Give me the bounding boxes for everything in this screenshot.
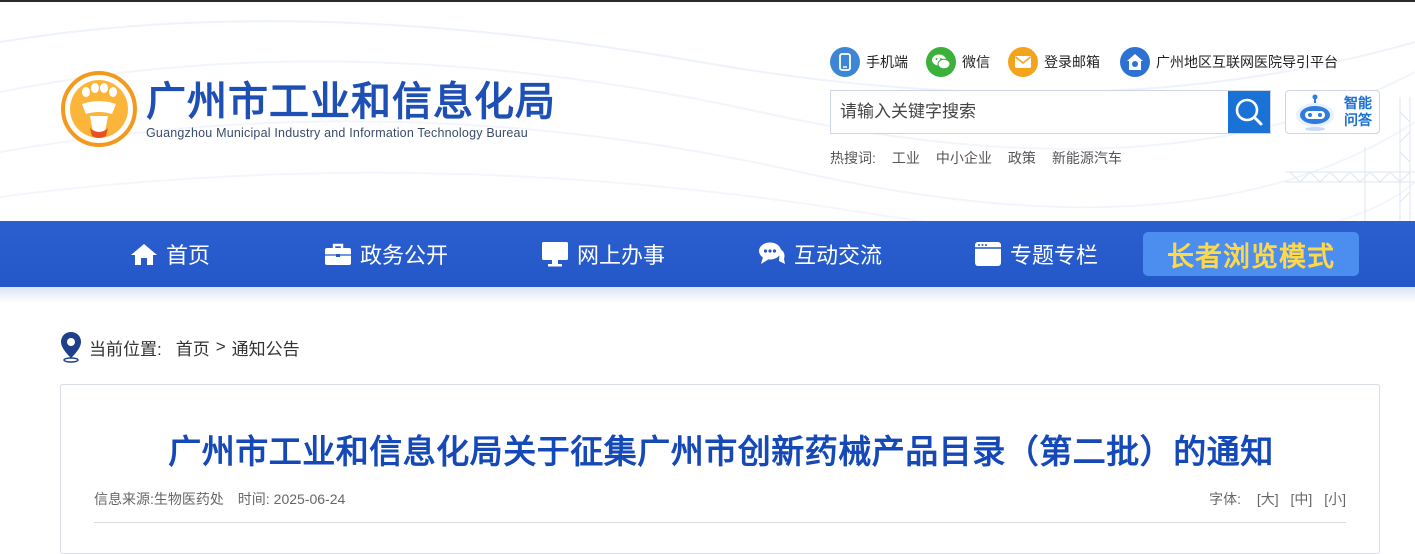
hospital-icon (1120, 47, 1150, 77)
site-name-en: Guangzhou Municipal Industry and Informa… (146, 126, 528, 140)
quick-link-hospital[interactable]: 广州地区互联网医院导引平台 (1120, 47, 1338, 77)
briefcase-icon (325, 243, 351, 265)
breadcrumb: 当前位置: 首页 > 通知公告 (60, 331, 300, 363)
font-large-button[interactable]: [大] (1257, 491, 1279, 507)
font-medium-button[interactable]: [中] (1291, 491, 1313, 507)
breadcrumb-separator: > (215, 337, 226, 356)
font-size-controls: 字体: [大] [中] [小] (1209, 489, 1346, 509)
article-title: 广州市工业和信息化局关于征集广州市创新药械产品目录（第二批）的通知 (168, 432, 1274, 471)
mail-icon (1008, 47, 1038, 77)
wechat-icon (926, 47, 956, 77)
bureau-logo (61, 71, 137, 147)
hot-search: 热搜词: 工业 中小企业 政策 新能源汽车 (830, 148, 1122, 168)
breadcrumb-current[interactable]: 通知公告 (232, 335, 300, 360)
chat-icon (759, 242, 785, 264)
nav-item-label: 网上办事 (577, 243, 666, 268)
nav-item-label: 首页 (166, 243, 211, 268)
ai-qa-label-2: 问答 (1344, 112, 1372, 128)
site-brand[interactable]: 广州市工业和信息化局 Guangzhou Municipal Industry … (146, 80, 556, 140)
quick-link-label: 手机端 (866, 54, 908, 70)
search-input[interactable] (831, 91, 1228, 133)
monitor-icon (542, 242, 568, 267)
nav-item-label: 政务公开 (360, 243, 449, 268)
site-name-cn: 广州市工业和信息化局 (146, 79, 556, 125)
nav-item-home[interactable]: 首页 (130, 221, 210, 287)
breadcrumb-label: 当前位置: (89, 339, 162, 359)
font-small-button[interactable]: [小] (1324, 491, 1346, 507)
quick-link-label: 登录邮箱 (1044, 54, 1100, 70)
hot-search-term[interactable]: 新能源汽车 (1052, 148, 1122, 168)
robot-icon (1296, 94, 1334, 131)
quick-link-mail[interactable]: 登录邮箱 (1008, 47, 1100, 77)
mobile-icon (830, 47, 860, 77)
location-pin-icon (61, 332, 81, 363)
home-icon (131, 244, 157, 265)
nav-item-special-topics[interactable]: 专题专栏 (974, 221, 1098, 287)
time-label: 时间: (237, 491, 270, 507)
article-time: 2025-06-24 (273, 491, 346, 507)
source-label: 信息来源: (94, 491, 154, 507)
hot-search-term[interactable]: 中小企业 (936, 148, 992, 168)
hot-search-term[interactable]: 政策 (1008, 148, 1036, 168)
article-meta: 信息来源:生物医药处 时间: 2025-06-24 (94, 489, 355, 509)
article-source: 生物医药处 (153, 491, 224, 507)
search-button[interactable] (1228, 91, 1270, 133)
search-icon (1235, 98, 1263, 126)
breadcrumb-home-link[interactable]: 首页 (176, 335, 210, 360)
ai-qa-button[interactable]: 智能 问答 (1285, 90, 1380, 134)
quick-link-label: 微信 (962, 54, 990, 70)
nav-item-label: 专题专栏 (1010, 243, 1099, 268)
site-header: 广州市工业和信息化局 Guangzhou Municipal Industry … (0, 2, 1415, 221)
quick-link-wechat[interactable]: 微信 (926, 47, 990, 77)
search-bar (830, 90, 1271, 134)
font-size-label: 字体: (1209, 491, 1241, 507)
window-icon (975, 242, 1001, 266)
nav-item-online-service[interactable]: 网上办事 (541, 221, 665, 287)
article-divider (94, 522, 1346, 523)
nav-item-label: 互动交流 (794, 243, 883, 268)
ai-qa-label-1: 智能 (1344, 95, 1372, 111)
nav-item-affairs[interactable]: 政务公开 (324, 221, 448, 287)
hot-search-label: 热搜词: (830, 150, 876, 166)
elder-mode-button[interactable]: 长者浏览模式 (1143, 232, 1359, 276)
article-card: 广州市工业和信息化局关于征集广州市创新药械产品目录（第二批）的通知 信息来源:生… (60, 384, 1380, 554)
nav-item-interaction[interactable]: 互动交流 (758, 221, 882, 287)
quick-link-label: 广州地区互联网医院导引平台 (1156, 54, 1338, 70)
main-nav: 首页 政务公开 网上办事 互动交流 专题专栏 长者浏览模式 (0, 221, 1415, 287)
nav-shadow (0, 287, 1415, 303)
hot-search-term[interactable]: 工业 (892, 148, 920, 168)
quick-link-mobile[interactable]: 手机端 (830, 47, 908, 77)
